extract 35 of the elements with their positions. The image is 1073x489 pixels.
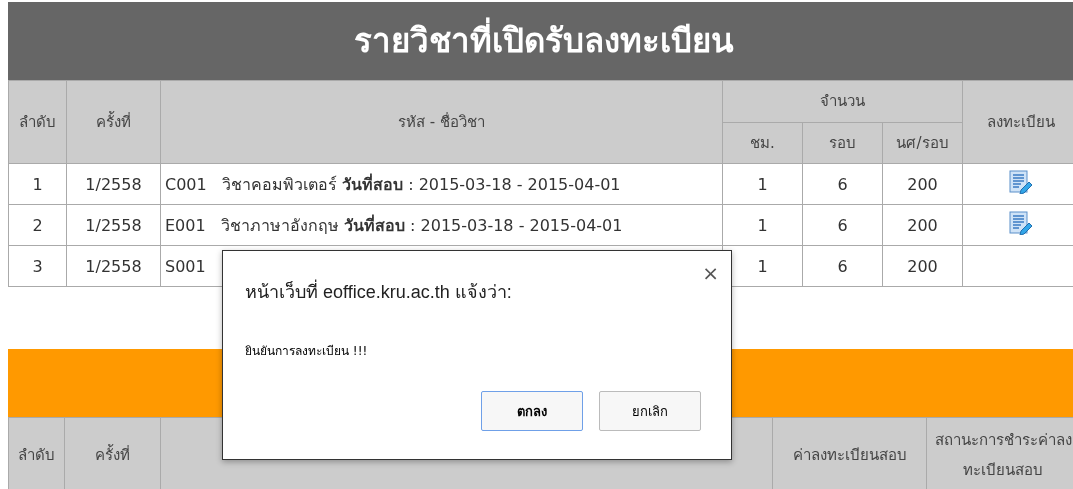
column-header: ค่าลงทะเบียนสอบ <box>772 417 927 489</box>
table-cell: C001 วิชาคอมพิวเตอร์ วันที่สอบ : 2015-03-18 - 2015-04-01 <box>160 163 723 205</box>
table-title: รายวิชาที่เปิดรับลงทะเบียน <box>8 2 1073 80</box>
table-cell: 1 <box>722 163 803 205</box>
edit-document-icon[interactable] <box>1008 211 1034 235</box>
table-cell: 2 <box>8 204 67 246</box>
table-cell: E001 วิชาภาษาอังกฤษ วันที่สอบ : 2015-03-18 - 2015-04-01 <box>160 204 723 246</box>
table-cell: 200 <box>882 163 963 205</box>
column-header: รหัส - ชื่อวิชา <box>160 80 723 164</box>
table-cell: 1/2558 <box>66 204 161 246</box>
table-cell: 1 <box>722 204 803 246</box>
table-cell: 200 <box>882 204 963 246</box>
edit-document-icon[interactable] <box>1008 170 1034 194</box>
column-header: สถานะการชำระค่าลงทะเบียนสอบ <box>926 417 1073 489</box>
table-cell: 3 <box>8 245 67 287</box>
dialog-message: ยินยันการลงทะเบียน !!! <box>245 343 368 360</box>
table-cell: 1/2558 <box>66 163 161 205</box>
ok-button[interactable]: ตกลง <box>481 391 583 431</box>
table-cell: 1 <box>8 163 67 205</box>
column-header: ครั้งที่ <box>66 80 161 164</box>
table-cell: 6 <box>802 245 883 287</box>
close-button[interactable]: × <box>702 261 719 285</box>
table-cell: 1/2558 <box>66 245 161 287</box>
table-cell: 6 <box>802 204 883 246</box>
column-header: นศ/รอบ <box>882 122 963 164</box>
table-cell: 6 <box>802 163 883 205</box>
table-cell: 200 <box>882 245 963 287</box>
cancel-button[interactable]: ยกเลิก <box>599 391 701 431</box>
column-header: ลำดับ <box>8 80 67 164</box>
column-header: ลำดับ <box>8 417 65 489</box>
column-header: รอบ <box>802 122 883 164</box>
column-header: ลงทะเบียน <box>962 80 1073 164</box>
column-header: ชม. <box>722 122 803 164</box>
column-header: จำนวน <box>722 80 963 122</box>
column-header: ครั้งที่ <box>64 417 161 489</box>
